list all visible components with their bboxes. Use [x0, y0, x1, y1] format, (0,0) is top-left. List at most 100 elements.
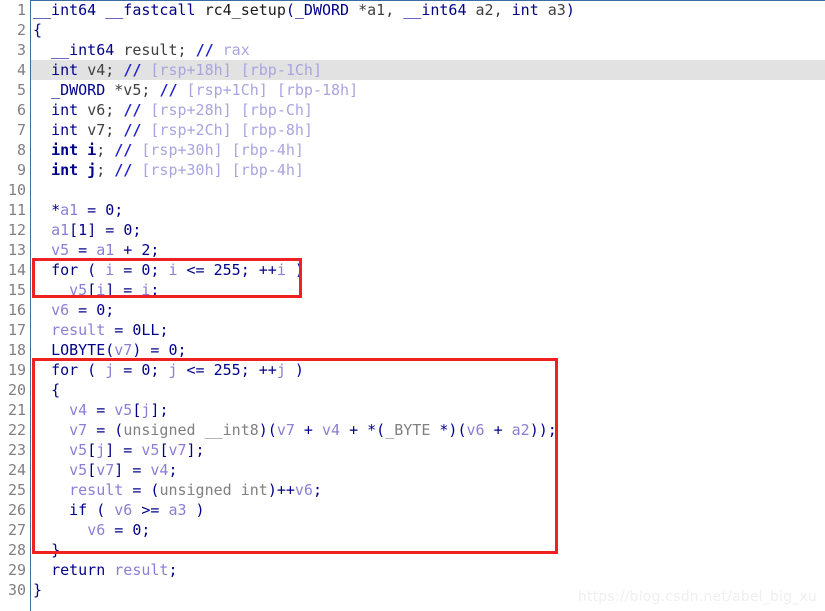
- code-line[interactable]: 14 for ( i = 0; i <= 255; ++i ): [0, 260, 825, 280]
- code-line-content[interactable]: result = (unsigned int)++v6;: [31, 480, 825, 500]
- code-token: __int64: [403, 1, 476, 19]
- code-line[interactable]: 9 int j; // [rsp+30h] [rbp-4h]: [0, 160, 825, 180]
- code-line-content[interactable]: v6 = 0;: [31, 300, 825, 320]
- code-line-content[interactable]: v5[j] = v5[v7];: [31, 440, 825, 460]
- code-token: =: [114, 261, 142, 279]
- code-line[interactable]: 17 result = 0LL;: [0, 320, 825, 340]
- code-line[interactable]: 20 {: [0, 380, 825, 400]
- code-line[interactable]: 10: [0, 180, 825, 200]
- code-token: =: [105, 521, 133, 539]
- code-token: v4: [69, 401, 88, 419]
- code-line-content[interactable]: int i; // [rsp+30h] [rbp-4h]: [31, 140, 825, 160]
- code-line[interactable]: 28 }: [0, 540, 825, 560]
- code-line[interactable]: 11 *a1 = 0;: [0, 200, 825, 220]
- code-line-content[interactable]: return result;: [31, 560, 825, 580]
- code-line[interactable]: 5 _DWORD *v5; // [rsp+1Ch] [rbp-18h]: [0, 80, 825, 100]
- code-token: ;: [150, 281, 160, 299]
- code-token: ;: [177, 41, 196, 59]
- code-line-content[interactable]: [31, 180, 825, 200]
- code-token: [rsp+30h] [rbp-4h]: [132, 161, 304, 179]
- code-line[interactable]: 23 v5[j] = v5[v7];: [0, 440, 825, 460]
- code-line[interactable]: 27 v6 = 0;: [0, 520, 825, 540]
- line-number: 17: [7, 321, 26, 339]
- code-line-content[interactable]: {: [31, 20, 825, 40]
- code-token: v4: [322, 421, 341, 439]
- code-token: a2: [511, 421, 530, 439]
- code-line-content[interactable]: LOBYTE(v7) = 0;: [31, 340, 825, 360]
- code-line-content[interactable]: v7 = (unsigned __int8)(v7 + v4 + *(_BYTE…: [31, 420, 825, 440]
- code-token: [: [87, 441, 97, 459]
- code-token: v5: [69, 281, 88, 299]
- code-line-content[interactable]: {: [31, 380, 825, 400]
- code-token: result: [69, 481, 124, 499]
- code-line[interactable]: 4 int v4; // [rsp+18h] [rbp-1Ch]: [0, 60, 825, 80]
- code-line-content[interactable]: __int64 result; // rax: [31, 40, 825, 60]
- code-line[interactable]: 25 result = (unsigned int)++v6;: [0, 480, 825, 500]
- code-token: [: [87, 281, 97, 299]
- code-line[interactable]: 8 int i; // [rsp+30h] [rbp-4h]: [0, 140, 825, 160]
- code-line[interactable]: 24 v5[v7] = v4;: [0, 460, 825, 480]
- code-line-content[interactable]: a1[1] = 0;: [31, 220, 825, 240]
- code-token: >=: [132, 501, 169, 519]
- code-line-content[interactable]: v6 = 0;: [31, 520, 825, 540]
- code-line-content[interactable]: for ( i = 0; i <= 255; ++i ): [31, 260, 825, 280]
- code-line-content[interactable]: int j; // [rsp+30h] [rbp-4h]: [31, 160, 825, 180]
- code-line-content[interactable]: for ( j = 0; j <= 255; ++j ): [31, 360, 825, 380]
- code-token: ;: [105, 61, 124, 79]
- code-line-content[interactable]: int v7; // [rsp+2Ch] [rbp-8h]: [31, 120, 825, 140]
- code-line[interactable]: 1 __int64 __fastcall rc4_setup(_DWORD *a1…: [0, 0, 825, 20]
- code-line[interactable]: 7 int v7; // [rsp+2Ch] [rbp-8h]: [0, 120, 825, 140]
- code-token: )(: [258, 421, 277, 439]
- code-token: [rsp+2Ch] [rbp-8h]: [141, 121, 313, 139]
- code-line[interactable]: 21 v4 = v5[j];: [0, 400, 825, 420]
- code-token: +: [114, 241, 142, 259]
- code-line-content[interactable]: int v4; // [rsp+18h] [rbp-1Ch]: [31, 60, 825, 80]
- code-token: 0: [168, 341, 178, 359]
- code-line-content[interactable]: result = 0LL;: [31, 320, 825, 340]
- code-line-content[interactable]: v5[i] = i;: [31, 280, 825, 300]
- code-line[interactable]: 19 for ( j = 0; j <= 255; ++j ): [0, 360, 825, 380]
- code-line-content[interactable]: v5[v7] = v4;: [31, 460, 825, 480]
- code-line-content[interactable]: int v6; // [rsp+28h] [rbp-Ch]: [31, 100, 825, 120]
- code-token: 255: [213, 361, 241, 379]
- code-line-content[interactable]: _DWORD *v5; // [rsp+1Ch] [rbp-18h]: [31, 80, 825, 100]
- code-token: (: [285, 1, 295, 19]
- code-line[interactable]: 12 a1[1] = 0;: [0, 220, 825, 240]
- code-line-content[interactable]: __int64 __fastcall rc4_setup(_DWORD *a1,…: [31, 0, 825, 20]
- code-line-content[interactable]: if ( v6 >= a3 ): [31, 500, 825, 520]
- pseudocode-editor[interactable]: 1 __int64 __fastcall rc4_setup(_DWORD *a1…: [0, 0, 825, 611]
- code-line[interactable]: 16 v6 = 0;: [0, 300, 825, 320]
- code-token: v7: [168, 441, 187, 459]
- code-token: =: [114, 281, 142, 299]
- line-number: 30: [7, 581, 26, 599]
- code-line-content[interactable]: }: [31, 540, 825, 560]
- code-token: ;: [150, 241, 160, 259]
- code-line-content[interactable]: v4 = v5[j];: [31, 400, 825, 420]
- code-line[interactable]: 26 if ( v6 >= a3 ): [0, 500, 825, 520]
- line-number: 6: [16, 101, 26, 119]
- code-token: ;: [105, 121, 124, 139]
- code-token: =: [69, 301, 97, 319]
- code-token: ): [565, 1, 575, 19]
- code-token: ;: [96, 141, 115, 159]
- code-line-content[interactable]: *a1 = 0;: [31, 200, 825, 220]
- code-token: result: [114, 561, 169, 579]
- code-line[interactable]: 2{: [0, 20, 825, 40]
- code-line[interactable]: 22 v7 = (unsigned __int8)(v7 + v4 + *(_B…: [0, 420, 825, 440]
- code-lines-container[interactable]: 1 __int64 __fastcall rc4_setup(_DWORD *a1…: [0, 0, 825, 600]
- code-line[interactable]: 29 return result;: [0, 560, 825, 580]
- code-token: 0: [123, 221, 133, 239]
- code-line[interactable]: 15 v5[i] = i;: [0, 280, 825, 300]
- code-line[interactable]: 18 LOBYTE(v7) = 0;: [0, 340, 825, 360]
- code-line[interactable]: 3 __int64 result; // rax: [0, 40, 825, 60]
- line-number: 4: [16, 61, 26, 79]
- code-token: =: [96, 221, 124, 239]
- code-token: ;: [150, 261, 169, 279]
- code-line[interactable]: 13 v5 = a1 + 2;: [0, 240, 825, 260]
- code-token: int: [51, 121, 88, 139]
- code-line-content[interactable]: v5 = a1 + 2;: [31, 240, 825, 260]
- code-line[interactable]: 6 int v6; // [rsp+28h] [rbp-Ch]: [0, 100, 825, 120]
